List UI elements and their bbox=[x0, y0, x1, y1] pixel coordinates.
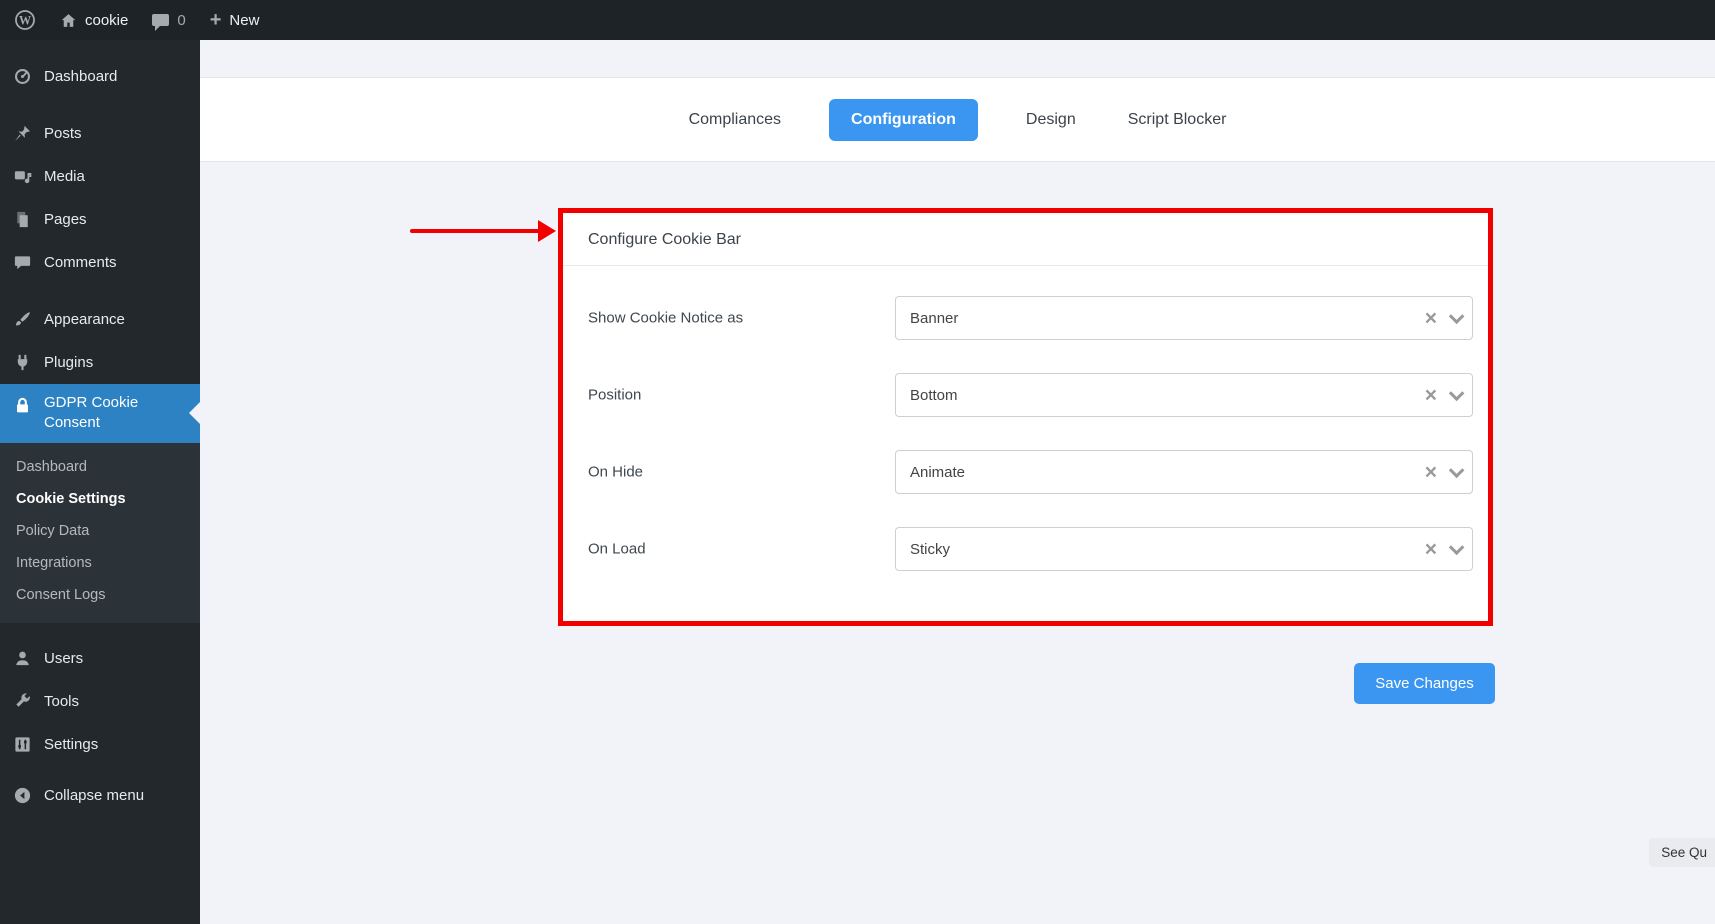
panel-title: Configure Cookie Bar bbox=[588, 231, 741, 249]
field-label: On Load bbox=[588, 541, 646, 558]
field-row-show-cookie-notice: Show Cookie Notice as Banner × bbox=[563, 296, 1488, 340]
sidebar-item-settings[interactable]: Settings bbox=[0, 723, 200, 766]
dashboard-gauge-icon bbox=[12, 67, 32, 87]
pages-icon bbox=[12, 210, 32, 230]
new-content-menu[interactable]: + New bbox=[198, 0, 272, 40]
submenu-item-integrations[interactable]: Integrations bbox=[0, 547, 200, 579]
field-row-on-load: On Load Sticky × bbox=[563, 527, 1488, 571]
comment-bubble-icon bbox=[12, 253, 32, 273]
main-content: Compliances Configuration Design Script … bbox=[200, 40, 1715, 924]
on-hide-select[interactable]: Animate × bbox=[895, 450, 1473, 494]
clear-selection-icon[interactable]: × bbox=[1425, 462, 1437, 483]
sidebar-item-label: Pages bbox=[44, 211, 87, 228]
sidebar-item-label: Settings bbox=[44, 736, 98, 753]
wrench-icon bbox=[12, 691, 32, 711]
sidebar-item-label: Comments bbox=[44, 254, 117, 271]
configure-cookie-bar-panel: Configure Cookie Bar Show Cookie Notice … bbox=[558, 208, 1493, 626]
media-icon bbox=[12, 167, 32, 187]
sidebar-item-dashboard[interactable]: Dashboard bbox=[0, 55, 200, 98]
tab-script-blocker[interactable]: Script Blocker bbox=[1124, 99, 1231, 141]
field-row-on-hide: On Hide Animate × bbox=[563, 450, 1488, 494]
settings-sliders-icon bbox=[12, 734, 32, 754]
sidebar-item-media[interactable]: Media bbox=[0, 155, 200, 198]
brush-icon bbox=[12, 310, 32, 330]
tab-configuration[interactable]: Configuration bbox=[829, 99, 978, 141]
select-value: Bottom bbox=[910, 387, 1425, 404]
tab-design[interactable]: Design bbox=[1022, 99, 1080, 141]
panel-divider bbox=[563, 265, 1488, 266]
collapse-menu-button[interactable]: Collapse menu bbox=[0, 774, 200, 817]
clear-selection-icon[interactable]: × bbox=[1425, 539, 1437, 560]
collapse-menu-label: Collapse menu bbox=[44, 787, 144, 804]
svg-text:W: W bbox=[19, 14, 31, 28]
sidebar-item-label: Appearance bbox=[44, 311, 125, 328]
site-name: cookie bbox=[85, 12, 128, 29]
submenu-item-policy-data[interactable]: Policy Data bbox=[0, 515, 200, 547]
clear-selection-icon[interactable]: × bbox=[1425, 308, 1437, 329]
sidebar-item-label: Dashboard bbox=[44, 68, 117, 85]
collapse-arrow-icon bbox=[12, 785, 32, 805]
annotation-arrow-line bbox=[410, 229, 542, 233]
select-value: Banner bbox=[910, 310, 1425, 327]
field-row-position: Position Bottom × bbox=[563, 373, 1488, 417]
wordpress-admin-page: { "admin_bar": { "site_name": "cookie", … bbox=[0, 0, 1715, 924]
sidebar-item-tools[interactable]: Tools bbox=[0, 680, 200, 723]
plug-icon bbox=[12, 353, 32, 373]
sidebar-item-posts[interactable]: Posts bbox=[0, 112, 200, 155]
field-label: On Hide bbox=[588, 464, 643, 481]
lock-icon bbox=[12, 395, 32, 415]
sidebar-item-label: Posts bbox=[44, 125, 82, 142]
submenu-item-consent-logs[interactable]: Consent Logs bbox=[0, 579, 200, 611]
sidebar-item-users[interactable]: Users bbox=[0, 637, 200, 680]
sidebar-item-label: Media bbox=[44, 168, 85, 185]
save-changes-button[interactable]: Save Changes bbox=[1354, 663, 1495, 704]
field-label: Show Cookie Notice as bbox=[588, 310, 743, 327]
user-icon bbox=[12, 648, 32, 668]
tab-compliances[interactable]: Compliances bbox=[685, 99, 785, 141]
sidebar-item-label: Users bbox=[44, 650, 83, 667]
site-menu[interactable]: cookie bbox=[48, 0, 140, 40]
sidebar-item-gdpr-cookie-consent[interactable]: GDPR Cookie Consent bbox=[0, 384, 200, 443]
field-label: Position bbox=[588, 387, 641, 404]
admin-bar: W cookie 0 + New bbox=[0, 0, 1715, 40]
sidebar-item-appearance[interactable]: Appearance bbox=[0, 298, 200, 341]
comment-count: 0 bbox=[177, 12, 185, 29]
sidebar-item-label: Tools bbox=[44, 693, 79, 710]
sidebar-item-label: Plugins bbox=[44, 354, 93, 371]
sidebar-item-comments[interactable]: Comments bbox=[0, 241, 200, 284]
home-icon bbox=[60, 12, 77, 29]
submenu-item-dashboard[interactable]: Dashboard bbox=[0, 451, 200, 483]
pin-icon bbox=[12, 124, 32, 144]
select-value: Sticky bbox=[910, 541, 1425, 558]
plus-icon: + bbox=[210, 10, 222, 30]
chevron-down-icon[interactable] bbox=[1449, 308, 1465, 324]
on-load-select[interactable]: Sticky × bbox=[895, 527, 1473, 571]
see-questions-button[interactable]: See Qu bbox=[1649, 838, 1715, 867]
admin-sidebar: Dashboard Posts Media Pages bbox=[0, 40, 200, 924]
sidebar-item-pages[interactable]: Pages bbox=[0, 198, 200, 241]
chevron-down-icon[interactable] bbox=[1449, 462, 1465, 478]
sidebar-item-plugins[interactable]: Plugins bbox=[0, 341, 200, 384]
sidebar-item-label: GDPR Cookie Consent bbox=[44, 393, 188, 434]
comments-shortcut[interactable]: 0 bbox=[140, 0, 197, 40]
submenu-item-cookie-settings[interactable]: Cookie Settings bbox=[0, 483, 200, 515]
wordpress-logo-icon[interactable]: W bbox=[2, 0, 48, 40]
chevron-down-icon[interactable] bbox=[1449, 539, 1465, 555]
settings-tabbar: Compliances Configuration Design Script … bbox=[200, 77, 1715, 162]
new-label: New bbox=[229, 12, 259, 29]
position-select[interactable]: Bottom × bbox=[895, 373, 1473, 417]
clear-selection-icon[interactable]: × bbox=[1425, 385, 1437, 406]
gdpr-submenu: Dashboard Cookie Settings Policy Data In… bbox=[0, 443, 200, 623]
chevron-down-icon[interactable] bbox=[1449, 385, 1465, 401]
show-cookie-notice-select[interactable]: Banner × bbox=[895, 296, 1473, 340]
comment-bubble-icon bbox=[152, 14, 169, 26]
select-value: Animate bbox=[910, 464, 1425, 481]
